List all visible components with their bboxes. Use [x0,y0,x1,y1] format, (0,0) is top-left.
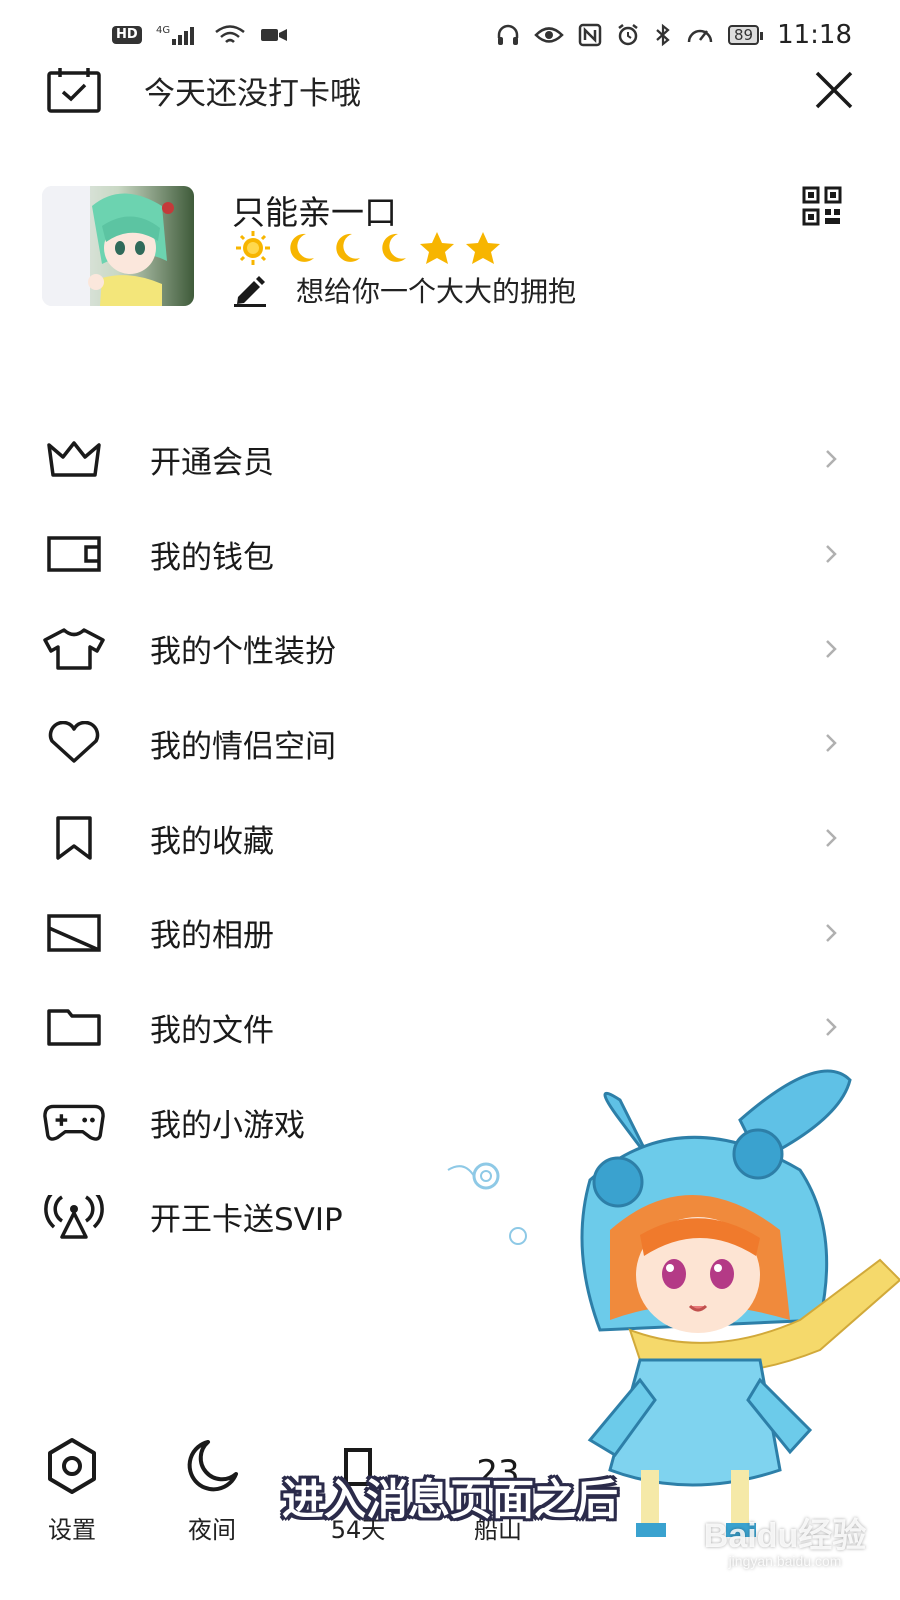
level-badges[interactable] [232,230,504,266]
battery-indicator: 89 [727,25,764,45]
clock: 11:18 [777,20,852,50]
folder-icon [42,1002,106,1052]
chevron-right-icon [826,923,837,942]
nfc-icon [578,23,602,47]
menu-item-label: 我的情侣空间 [150,728,336,765]
bookmark-icon [42,813,106,863]
crown-icon [42,434,106,484]
menu-item-label: 我的收藏 [150,823,274,860]
photo-icon [42,908,106,958]
nickname: 只能亲一口 [232,193,397,232]
chevron-right-icon [826,639,837,658]
level-star-icon [466,232,500,264]
eye-icon [534,24,564,46]
status-bar: HD 4G 89 11:18 [0,0,900,70]
tshirt-icon [42,624,106,674]
menu-item-theme[interactable]: 我的个性装扮 [0,601,900,696]
watermark-brand: Baidu经验 [703,1517,867,1555]
signal-tower-icon [42,1192,106,1242]
qr-code-icon[interactable] [802,186,842,226]
alarm-icon [616,23,640,47]
wallet-icon [42,529,106,579]
level-sun-icon [236,231,270,265]
calendar-check-icon [47,68,101,113]
profile-card: 只能亲一口 想给你一个大大的拥抱 [42,186,842,308]
menu-item-label: 我的相册 [150,918,274,955]
status-right: 89 11:18 [496,20,852,50]
menu-item-label: 我的文件 [150,1012,274,1049]
chevron-right-icon [826,829,837,847]
close-icon[interactable] [812,68,856,112]
chevron-right-icon [826,450,837,469]
level-moon-icon [336,233,360,262]
menu-item-favorites[interactable]: 我的收藏 [0,791,900,886]
menu-item-label: 开王卡送SVIP [150,1202,343,1239]
status-left: HD 4G [112,23,288,47]
menu-item-album[interactable]: 我的相册 [0,885,900,980]
menu-item-label: 我的小游戏 [150,1107,305,1144]
level-moon-icon [382,233,406,262]
checkin-label: 今天还没打卡哦 [144,75,361,112]
menu-item-label: 我的个性装扮 [150,634,336,671]
menu-item-couple[interactable]: 我的情侣空间 [0,696,900,791]
checkin-row[interactable]: 今天还没打卡哦 [46,64,856,116]
level-star-icon [420,232,454,264]
menu-item-label: 开通会员 [150,444,274,481]
signature-row[interactable]: 想给你一个大大的拥抱 [232,270,576,310]
avatar[interactable] [42,186,194,306]
menu-item-vip[interactable]: 开通会员 [0,412,900,507]
bluetooth-icon [654,23,672,47]
menu-item-label: 我的钱包 [150,539,274,576]
pen-icon [234,276,266,307]
network-type: 4G [156,25,170,36]
chevron-right-icon [826,545,837,563]
baidu-jingyan-watermark: Baidu经验 jingyan.baidu.com [690,1508,880,1569]
speedometer-icon [686,23,714,47]
chevron-right-icon [826,734,837,753]
cellular-signal-icon: 4G [156,23,200,47]
signature-text: 想给你一个大大的拥抱 [296,275,577,308]
menu-item-wallet[interactable]: 我的钱包 [0,507,900,602]
gamepad-icon [42,1097,106,1147]
video-camera-icon [260,25,288,45]
wifi-icon [214,23,246,47]
hd-badge: HD [112,26,142,44]
headphones-icon [496,23,520,47]
heart-icon [42,718,106,768]
chevron-right-icon [826,1018,837,1037]
level-moon-icon [290,233,314,262]
